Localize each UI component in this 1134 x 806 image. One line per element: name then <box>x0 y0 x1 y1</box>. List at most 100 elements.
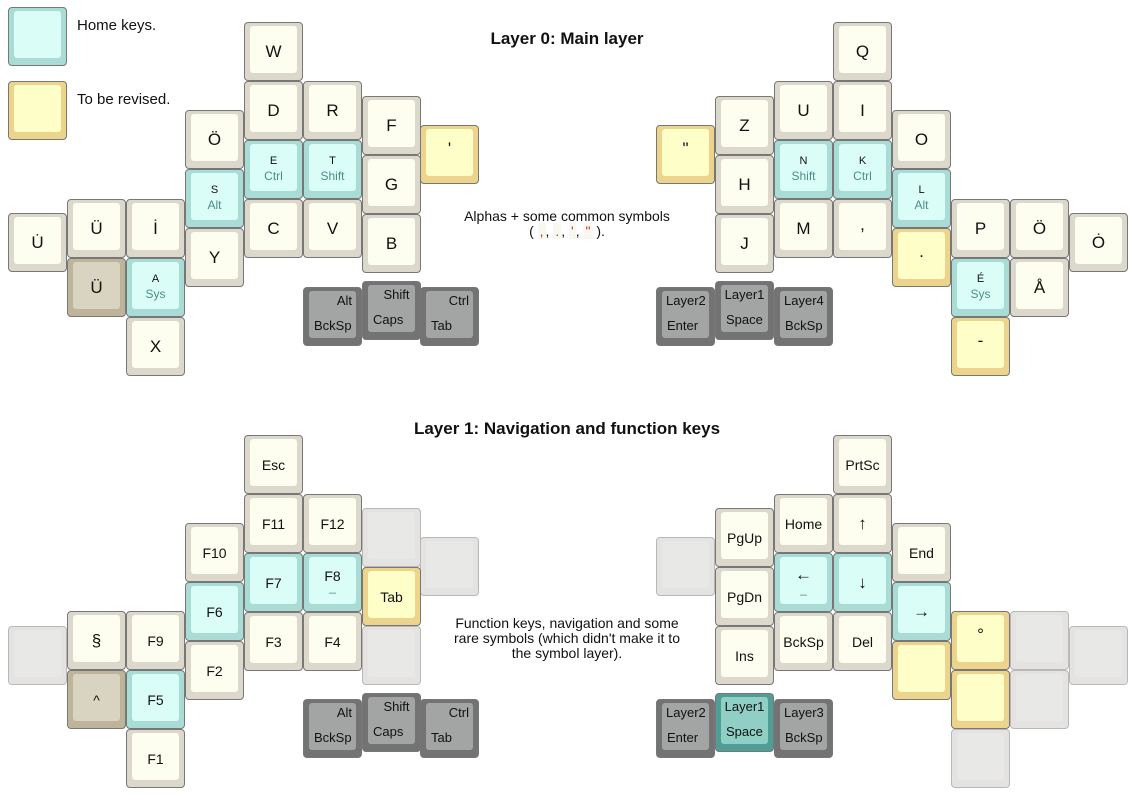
key-label: I <box>860 100 865 120</box>
key-u-umlaut: Ü <box>67 199 126 258</box>
key-z: Z <box>715 96 774 155</box>
key-p: P <box>951 199 1010 258</box>
key-f4: F4 <box>303 612 362 671</box>
key-label: V <box>326 218 339 238</box>
key-label: Ü <box>90 218 103 238</box>
thumb-hold-label: Alt <box>336 293 352 308</box>
key-f12: F12 <box>303 494 362 553</box>
thumb-tap-label: Space <box>726 724 763 739</box>
key-f1: F1 <box>126 729 185 788</box>
key-empty-l1-1 <box>362 508 421 567</box>
key-label: Esc <box>261 456 286 473</box>
key-label: Z <box>739 115 750 135</box>
key-i: I <box>833 81 892 140</box>
thumb-tap-label: BckSp <box>314 318 352 333</box>
key-u: U <box>774 81 833 140</box>
key-e-acute-sys: É Sys <box>951 258 1010 317</box>
key-label: N <box>799 155 808 167</box>
key-f9: F9 <box>126 611 185 670</box>
key-empty-r1-5 <box>951 729 1010 788</box>
key-a-sys: A Sys <box>126 258 185 317</box>
caption-open-paren: ( <box>529 223 534 239</box>
key-label: S <box>210 184 219 196</box>
thumb-tap-label: Tab <box>431 318 452 333</box>
key-o: O <box>892 110 951 169</box>
key-label: A <box>151 273 160 285</box>
thumb-alt-bckspc: Alt BckSp <box>303 287 362 346</box>
key-label: Del <box>851 633 873 650</box>
key-section: § <box>67 611 126 670</box>
key-end: End <box>892 523 951 582</box>
key-u-dot: U̇ <box>8 213 67 272</box>
thumb-layer2-enter: Layer2 Enter <box>656 287 715 346</box>
key-label: C <box>267 218 280 238</box>
key-f5: F5 <box>126 670 185 729</box>
legend-revise-label: To be revised. <box>77 91 171 108</box>
thumb-layer1-space-active: Layer1 Space <box>715 693 774 752</box>
key-label: L <box>918 184 925 196</box>
key-label: İ <box>153 218 158 238</box>
key-empty-l1-3 <box>8 626 67 685</box>
key-label: . <box>919 241 924 261</box>
key-label: PgUp <box>726 529 763 546</box>
key-label: ^ <box>93 691 100 708</box>
thumb-tap-label: Enter <box>667 318 699 333</box>
thumb-layer2-enter-l1: Layer2 Enter <box>656 699 715 758</box>
key-v: V <box>303 199 362 258</box>
key-f3: F3 <box>244 612 303 671</box>
key-n-shift: N Shift <box>774 140 833 199</box>
key-label: F5 <box>147 691 164 708</box>
thumb-tap-label: Enter <box>667 730 699 745</box>
thumb-tap-label: Caps <box>373 312 404 327</box>
thumb-hold-label: Layer1 <box>724 699 765 714</box>
key-l-alt: L Alt <box>892 169 951 228</box>
key-o-umlaut: Ö <box>1010 199 1069 258</box>
thumb-hold-label: Alt <box>336 705 352 720</box>
key-sublabel: Alt <box>207 198 222 212</box>
thumb-hold-label: Layer2 <box>666 293 706 308</box>
key-period: . <box>892 228 951 287</box>
key-label: M <box>796 218 811 238</box>
key-label: End <box>909 544 934 561</box>
key-revise-r1-2 <box>951 670 1010 729</box>
legend-revise-swatch <box>8 81 67 140</box>
key-label: PgDn <box>726 588 763 605</box>
thumb-alt-bckspc-l1: Alt BckSp <box>303 699 362 758</box>
key-bckspc: BckSp <box>774 612 833 671</box>
key-comma: , <box>833 199 892 258</box>
key-label: W <box>265 41 282 61</box>
key-k-ctrl: K Ctrl <box>833 140 892 199</box>
key-label: U <box>797 100 810 120</box>
key-m: M <box>774 199 833 258</box>
key-sublabel: Sys <box>145 287 166 301</box>
legend-home-swatch <box>8 7 67 66</box>
key-sublabel: Alt <box>914 198 929 212</box>
thumb-hold-label: Layer1 <box>724 287 765 302</box>
thumb-tap-label: Space <box>726 312 763 327</box>
key-label: F4 <box>324 633 341 650</box>
key-sublabel: Ctrl <box>264 169 283 183</box>
key-label: , <box>860 214 865 234</box>
thumb-hold-label: Layer3 <box>784 705 824 720</box>
key-label: F2 <box>206 662 223 679</box>
layer0-caption-line2: ( ,, ., ', " ). <box>529 223 605 239</box>
key-sublabel: Shift <box>320 169 345 183</box>
key-h: H <box>715 155 774 214</box>
caption-sym-comma: , <box>537 223 546 239</box>
key-prtsc: PrtSc <box>833 435 892 494</box>
layer1-title: Layer 1: Navigation and function keys <box>413 419 721 438</box>
key-label: R <box>326 100 339 120</box>
key-f2: F2 <box>185 641 244 700</box>
key-label: E <box>269 155 278 167</box>
layer0-title: Layer 0: Main layer <box>490 29 644 48</box>
key-sublabel: Sys <box>970 287 991 301</box>
caption-sym-quote: " <box>583 223 593 239</box>
key-pgup: PgUp <box>715 508 774 567</box>
key-pgdn: PgDn <box>715 567 774 626</box>
key-double-quote: " <box>656 125 715 184</box>
key-label: PrtSc <box>845 456 880 473</box>
key-f7: F7 <box>244 553 303 612</box>
key-label: Ö <box>1032 218 1047 238</box>
key-label: Ö <box>207 129 222 149</box>
legend-home-label: Home keys. <box>77 17 157 34</box>
